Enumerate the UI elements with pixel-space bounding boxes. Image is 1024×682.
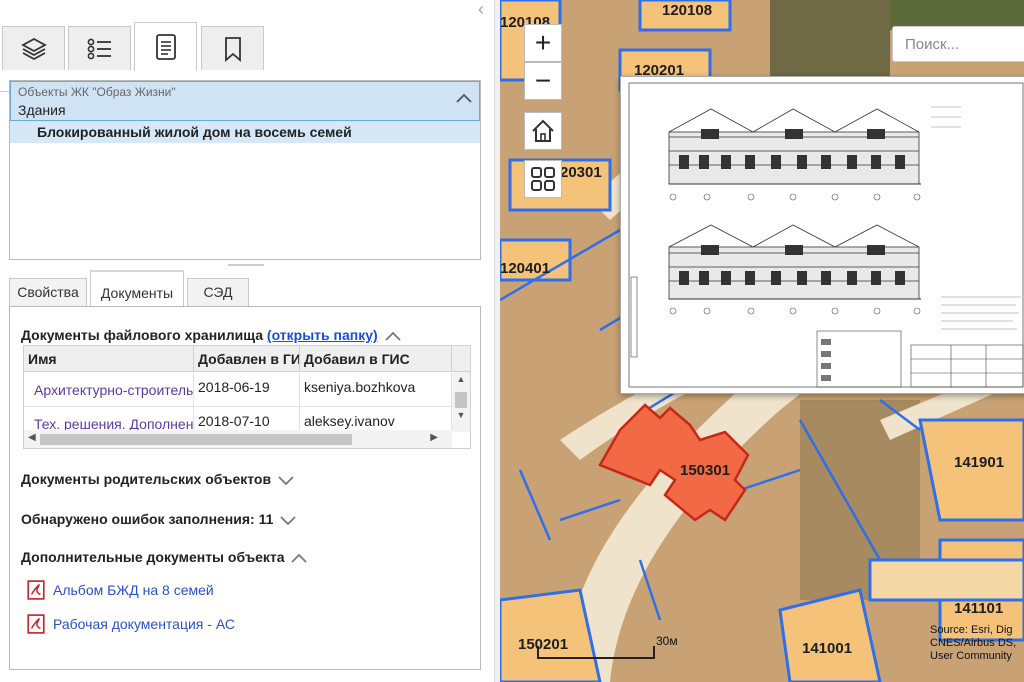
horizontal-scrollbar[interactable]: ◀ ▶ — [24, 430, 452, 448]
scroll-right-icon[interactable]: ▶ — [430, 432, 438, 443]
tree-caption: Объекты ЖК "Образ Жизни" — [18, 85, 176, 99]
parent-docs-title: Документы родительских объектов — [21, 471, 272, 487]
chevron-down-icon[interactable] — [277, 474, 295, 486]
storage-section-title[interactable]: Документы файлового хранилища (открыть п… — [21, 327, 402, 343]
parent-docs-section[interactable]: Документы родительских объектов — [21, 471, 295, 487]
errors-title: Обнаружено ошибок заполнения: 11 — [21, 511, 274, 527]
facade-drawing-image — [628, 82, 1024, 388]
document-icon — [155, 34, 176, 60]
extra-document-link[interactable]: Рабочая документация - АС — [27, 614, 235, 634]
home-button[interactable] — [524, 112, 562, 150]
parcel-label: 141001 — [802, 640, 853, 657]
tab-document[interactable] — [134, 22, 197, 71]
collapse-panel-button[interactable]: ‹ — [472, 0, 490, 20]
documents-grid: Имя Добавлен в ГИС Добавил в ГИС Архитек… — [23, 345, 471, 449]
tab-bookmark[interactable] — [201, 26, 264, 70]
map-search[interactable] — [892, 26, 1024, 62]
detail-tabs: Свойства Документы СЭД — [9, 270, 481, 307]
drawing-preview[interactable] — [620, 76, 1024, 394]
parcel-label: 120401 — [500, 260, 551, 277]
extra-document-name[interactable]: Рабочая документация - АС — [53, 616, 235, 632]
attribution-line: CNES/Airbus DS, — [930, 637, 1017, 649]
tab-layers[interactable] — [2, 26, 65, 70]
side-panel: ‹ Объекты ЖК "Образ Жизни" Здания Блокир… — [0, 0, 494, 682]
layers-icon — [20, 37, 47, 60]
bookmark-icon — [224, 36, 241, 62]
documents-content: Документы файлового хранилища (открыть п… — [9, 306, 481, 670]
extra-document-link[interactable]: Альбом БЖД на 8 семей — [27, 580, 214, 600]
home-icon — [532, 119, 554, 142]
zoom-in-button[interactable]: + — [524, 24, 562, 62]
open-folder-link[interactable]: (открыть папку) — [267, 327, 378, 343]
extra-docs-title: Дополнительные документы объекта — [21, 549, 285, 565]
scroll-down-icon[interactable]: ▼ — [452, 410, 470, 424]
panel-icon-tabs — [0, 22, 494, 92]
tab-list[interactable] — [68, 26, 131, 70]
scale-bar — [537, 646, 655, 659]
tree-group-header[interactable]: Объекты ЖК "Образ Жизни" Здания — [10, 81, 480, 121]
tree-item-selected[interactable]: Блокированный жилой дом на восемь семей — [10, 121, 480, 143]
chevron-up-icon[interactable] — [384, 330, 402, 342]
document-date-cell: 2018-06-19 — [194, 373, 300, 407]
extra-docs-section[interactable]: Дополнительные документы объекта — [21, 549, 308, 565]
document-name-cell[interactable]: Архитектурно-строительные решения — [24, 373, 194, 407]
chevron-up-icon[interactable] — [290, 552, 308, 564]
attribution-line: User Community — [930, 650, 1012, 662]
scale-label: 30м — [656, 634, 678, 648]
parcel-label: 141101 — [954, 600, 1004, 617]
storage-title-text: Документы файлового хранилища — [21, 327, 264, 343]
chevron-down-icon[interactable] — [279, 514, 297, 526]
scroll-thumb[interactable] — [40, 434, 352, 445]
table-row[interactable]: Архитектурно-строительные решения 2018-0… — [24, 373, 452, 407]
object-tree: Объекты ЖК "Образ Жизни" Здания Блокиров… — [9, 80, 481, 260]
scroll-up-icon[interactable]: ▲ — [452, 374, 470, 388]
parcel-label: 20301 — [560, 164, 602, 181]
column-added-date[interactable]: Добавлен в ГИС — [194, 346, 300, 372]
scroll-thumb[interactable] — [455, 392, 467, 408]
tab-documents[interactable]: Документы — [90, 270, 184, 307]
map-view[interactable]: 120108 120108 120201 20301 120401 150301… — [500, 0, 1024, 682]
map-attribution: Source: Esri, Dig CNES/Airbus DS, User C… — [930, 624, 1024, 663]
zoom-out-button[interactable]: − — [524, 62, 562, 100]
grid-icon — [531, 167, 555, 191]
parcel-label: 120108 — [662, 2, 713, 19]
vertical-scrollbar[interactable]: ▲ ▼ — [452, 372, 470, 432]
errors-section[interactable]: Обнаружено ошибок заполнения: 11 — [21, 511, 297, 527]
parcel-label: 150301 — [680, 462, 731, 479]
chevron-up-icon[interactable] — [455, 92, 473, 104]
column-name[interactable]: Имя — [24, 346, 194, 372]
pdf-icon — [27, 614, 45, 634]
tree-group-label: Здания — [18, 102, 66, 118]
search-input[interactable] — [903, 33, 1023, 55]
extra-document-name[interactable]: Альбом БЖД на 8 семей — [53, 582, 214, 598]
grid-header: Имя Добавлен в ГИС Добавил в ГИС — [24, 346, 470, 372]
basemap-gallery-button[interactable] — [524, 160, 562, 198]
resize-splitter[interactable] — [228, 264, 264, 266]
document-name[interactable]: Архитектурно-строительные решения — [34, 376, 193, 404]
list-icon — [87, 38, 111, 59]
tab-sed[interactable]: СЭД — [187, 278, 249, 306]
document-user-cell: kseniya.bozhkova — [300, 373, 452, 407]
pdf-icon — [27, 580, 45, 600]
attribution-line: Source: Esri, Dig — [930, 624, 1013, 636]
parcel-label: 141901 — [954, 454, 1005, 471]
tab-properties[interactable]: Свойства — [9, 278, 87, 306]
scroll-left-icon[interactable]: ◀ — [28, 432, 36, 443]
column-added-by[interactable]: Добавил в ГИС — [300, 346, 452, 372]
